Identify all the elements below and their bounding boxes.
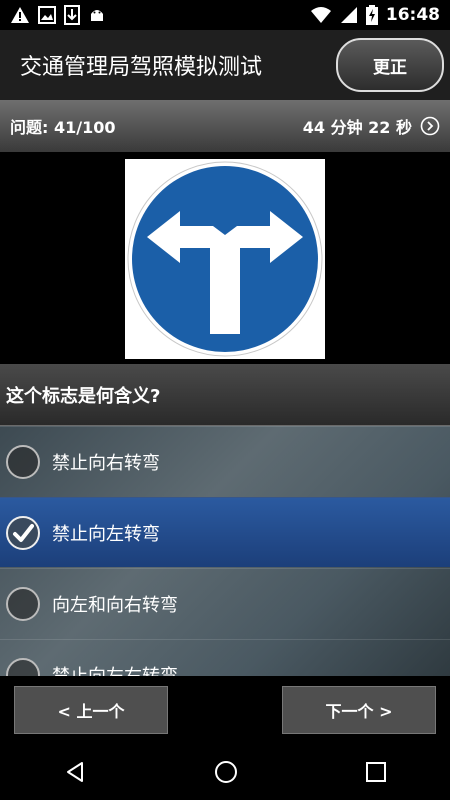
status-bar-left [10,5,106,25]
answer-option-label: 禁止向左右转弯 [52,665,178,677]
next-button[interactable]: 下一个 > [282,686,436,734]
previous-button[interactable]: < 上一个 [14,686,168,734]
home-icon[interactable] [214,760,238,784]
radio-button[interactable] [6,444,40,479]
answer-option[interactable]: 禁止向右转弯 [0,426,450,496]
question-navigation-bar: < 上一个 下一个 > [0,676,450,744]
clock-icon [420,116,440,136]
mandatory-turn-left-or-right-sign-icon [127,161,323,357]
question-text-bar: 这个标志是何含义? [0,364,450,426]
answer-option[interactable]: 禁止向左右转弯 [0,639,450,676]
question-counter: 问题: 41/100 [10,118,116,137]
radio-button[interactable] [6,586,40,621]
back-icon[interactable] [63,760,87,784]
traffic-sign-image [125,159,325,359]
status-bar: 16:48 [0,0,450,30]
android-icon [91,10,103,21]
download-icon [64,5,80,25]
answer-option[interactable]: 向左和向右转弯 [0,568,450,638]
warning-icon [11,7,29,23]
timer: 44 分钟 22 秒 [303,114,440,138]
question-image-area [0,152,450,364]
answer-option-label: 向左和向右转弯 [52,594,178,616]
wifi-icon [310,7,331,23]
question-text: 这个标志是何含义? [6,385,161,407]
answer-option[interactable]: 禁止向左转弯 [0,497,450,567]
question-progress-bar: 问题: 41/100 44 分钟 22 秒 [0,100,450,152]
answer-options: 禁止向右转弯 禁止向左转弯 向左和向右转弯 禁止向左右转弯 [0,426,450,676]
battery-charging-icon [365,5,378,25]
signal-icon [340,7,357,23]
status-bar-right: 16:48 [310,5,440,25]
system-navigation-bar [0,744,450,800]
radio-button[interactable] [6,657,40,676]
app-title: 交通管理局驾照模拟测试 [20,55,263,80]
answer-option-label: 禁止向左转弯 [52,523,160,545]
time-remaining: 44 分钟 22 秒 [302,118,412,137]
checkmark-icon [13,523,34,542]
answer-option-label: 禁止向右转弯 [52,452,160,474]
image-icon [38,6,56,24]
radio-button[interactable] [6,515,40,550]
status-time: 16:48 [385,5,440,25]
recents-icon[interactable] [365,761,387,783]
correct-button[interactable]: 更正 [336,38,444,92]
app-bar: 交通管理局驾照模拟测试 更正 [0,30,450,100]
